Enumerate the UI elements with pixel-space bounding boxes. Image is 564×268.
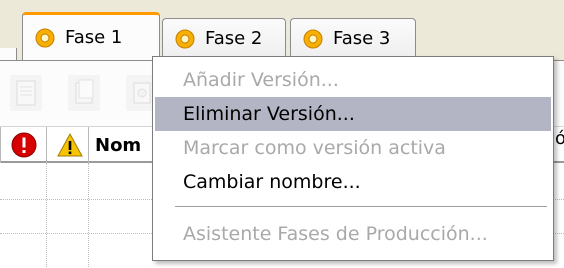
menu-item-label: Asistente Fases de Producción... bbox=[183, 223, 488, 245]
toolbar-button-document[interactable] bbox=[10, 75, 42, 111]
gear-icon bbox=[303, 29, 323, 48]
gear-icon bbox=[35, 28, 55, 47]
column-separator bbox=[46, 127, 47, 163]
gear-icon bbox=[175, 29, 195, 48]
toolbar-button-copy[interactable] bbox=[68, 75, 100, 111]
tab-fase-1[interactable]: Fase 1 bbox=[22, 12, 160, 60]
tab-fase-2[interactable]: Fase 2 bbox=[162, 18, 286, 58]
column-separator bbox=[0, 127, 1, 163]
menu-item-delete-version[interactable]: Eliminar Versión... bbox=[155, 97, 551, 131]
menu-item-label: Añadir Versión... bbox=[183, 69, 339, 91]
menu-item-label: Eliminar Versión... bbox=[183, 103, 355, 125]
error-icon bbox=[11, 132, 37, 158]
menu-separator bbox=[175, 206, 547, 207]
column-header-name[interactable]: Nom bbox=[95, 135, 141, 156]
context-menu: Añadir Versión... Eliminar Versión... Ma… bbox=[152, 56, 554, 261]
tab-strip-left-edge bbox=[0, 48, 17, 60]
menu-item-label: Cambiar nombre... bbox=[183, 171, 361, 193]
warning-icon bbox=[57, 132, 83, 157]
tab-label: Fase 1 bbox=[65, 26, 123, 48]
menu-item-label: Marcar como versión activa bbox=[183, 137, 446, 159]
tab-strip: Fase 1 Fase 2 Fase 3 bbox=[0, 0, 564, 62]
column-separator bbox=[88, 127, 89, 163]
document-icon bbox=[16, 80, 36, 106]
menu-item-add-version[interactable]: Añadir Versión... bbox=[155, 63, 551, 97]
copy-icon bbox=[75, 79, 94, 104]
window-root: Fase 1 Fase 2 Fase 3 Nom ó Añadir Versió… bbox=[0, 0, 564, 268]
grid-column-line bbox=[88, 163, 89, 268]
tab-fase-3[interactable]: Fase 3 bbox=[290, 18, 416, 58]
menu-item-rename[interactable]: Cambiar nombre... bbox=[155, 165, 551, 199]
column-header-partial: ó bbox=[555, 128, 564, 149]
grid-column-line bbox=[46, 163, 47, 268]
menu-item-production-wizard[interactable]: Asistente Fases de Producción... bbox=[155, 217, 551, 251]
tab-label: Fase 2 bbox=[205, 27, 263, 49]
tab-label: Fase 3 bbox=[333, 27, 391, 49]
menu-item-mark-active-version[interactable]: Marcar como versión activa bbox=[155, 131, 551, 165]
